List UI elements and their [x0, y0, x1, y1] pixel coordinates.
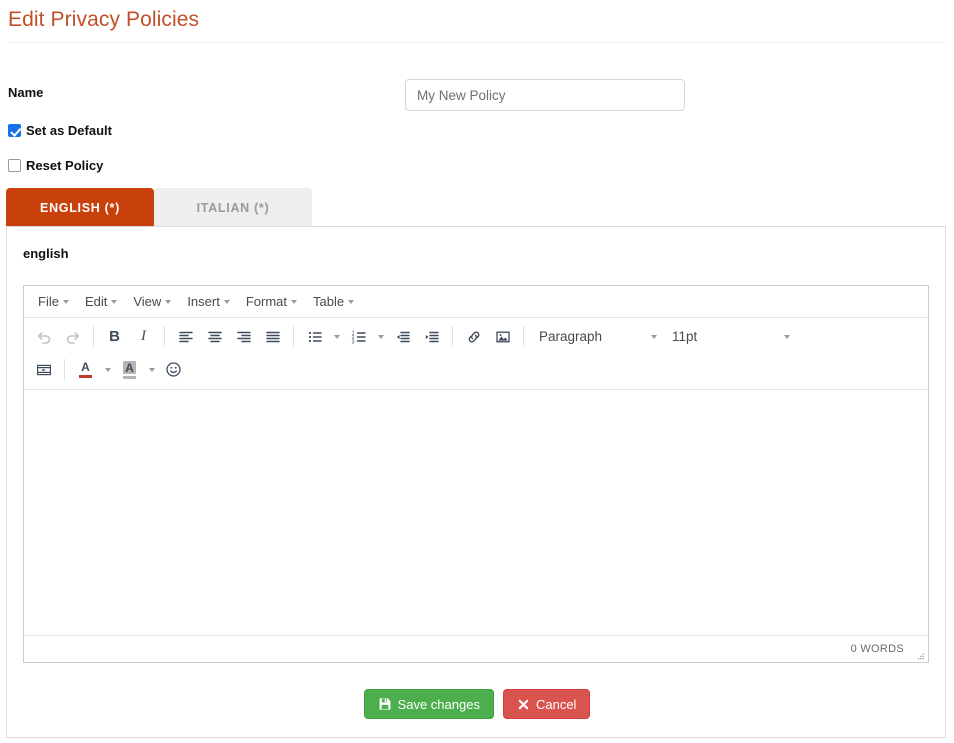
menu-insert[interactable]: Insert — [179, 291, 238, 312]
text-color-chevron-down-icon[interactable] — [100, 356, 115, 383]
menu-file-label: File — [38, 294, 59, 309]
toolbar-separator — [523, 326, 524, 347]
background-color-chevron-down-icon[interactable] — [144, 356, 159, 383]
word-count: 0 WORDS — [851, 643, 904, 655]
menu-view[interactable]: View — [125, 291, 179, 312]
media-icon[interactable] — [29, 356, 58, 383]
menu-format-label: Format — [246, 294, 287, 309]
menu-insert-label: Insert — [187, 294, 220, 309]
outdent-icon[interactable] — [388, 323, 417, 350]
svg-text:3: 3 — [351, 339, 354, 345]
reset-policy-row[interactable]: Reset Policy — [8, 158, 103, 173]
text-color-icon[interactable]: A — [71, 356, 100, 383]
menu-edit-label: Edit — [85, 294, 107, 309]
link-icon[interactable] — [459, 323, 488, 350]
title-divider — [8, 42, 946, 43]
menu-table[interactable]: Table — [305, 291, 362, 312]
numbered-list-icon[interactable]: 1 2 3 — [344, 323, 373, 350]
resize-grip-icon[interactable] — [915, 650, 925, 660]
menu-view-label: View — [133, 294, 161, 309]
chevron-down-icon — [63, 300, 69, 304]
block-format-select[interactable]: Paragraph — [530, 323, 663, 350]
rich-text-editor: File Edit View Insert Format — [23, 285, 929, 663]
save-changes-label: Save changes — [398, 697, 480, 712]
name-label: Name — [8, 85, 43, 100]
chevron-down-icon — [111, 300, 117, 304]
image-icon[interactable] — [488, 323, 517, 350]
page-title: Edit Privacy Policies — [8, 8, 199, 32]
toolbar-separator — [164, 326, 165, 347]
chevron-down-icon — [224, 300, 230, 304]
edit-privacy-policies-page: Edit Privacy Policies Name Set as Defaul… — [0, 0, 954, 743]
tab-italian[interactable]: ITALIAN (*) — [154, 188, 312, 227]
close-icon — [517, 698, 530, 711]
redo-icon[interactable] — [58, 323, 87, 350]
editor-toolbar-row-2: A A — [24, 353, 928, 386]
toolbar-separator — [93, 326, 94, 347]
background-color-icon[interactable]: A — [115, 356, 144, 383]
editor-menubar: File Edit View Insert Format — [24, 286, 928, 318]
italic-icon[interactable]: I — [129, 323, 158, 350]
indent-icon[interactable] — [417, 323, 446, 350]
reset-policy-checkbox[interactable] — [8, 159, 21, 172]
align-right-icon[interactable] — [229, 323, 258, 350]
chevron-down-icon — [348, 300, 354, 304]
tab-panel-english: english File Edit View Insert — [6, 226, 946, 738]
emoticon-icon[interactable] — [159, 356, 188, 383]
bullet-list-icon[interactable] — [300, 323, 329, 350]
language-tabs: ENGLISH (*) ITALIAN (*) — [6, 188, 312, 227]
align-justify-icon[interactable] — [258, 323, 287, 350]
numbered-list-chevron-down-icon[interactable] — [373, 323, 388, 350]
save-icon — [378, 697, 392, 711]
set-as-default-checkbox[interactable] — [8, 124, 21, 137]
chevron-down-icon — [651, 335, 657, 339]
tab-english[interactable]: ENGLISH (*) — [6, 188, 154, 227]
bullet-list-chevron-down-icon[interactable] — [329, 323, 344, 350]
font-size-value: 11pt — [672, 329, 697, 344]
set-as-default-row[interactable]: Set as Default — [8, 123, 112, 138]
cancel-label: Cancel — [536, 697, 576, 712]
chevron-down-icon — [291, 300, 297, 304]
cancel-button[interactable]: Cancel — [503, 689, 590, 719]
toolbar-separator — [293, 326, 294, 347]
menu-file[interactable]: File — [30, 291, 77, 312]
menu-table-label: Table — [313, 294, 344, 309]
font-size-select[interactable]: 11pt — [663, 323, 796, 350]
editor-statusbar: 0 WORDS — [24, 635, 928, 662]
name-input[interactable] — [405, 79, 685, 111]
undo-icon[interactable] — [29, 323, 58, 350]
block-format-value: Paragraph — [539, 329, 602, 344]
language-label: english — [23, 246, 69, 261]
editor-toolbar: B I — [24, 318, 928, 390]
editor-content-area[interactable] — [24, 390, 928, 635]
chevron-down-icon — [165, 300, 171, 304]
form-actions: Save changes Cancel — [0, 689, 954, 719]
align-center-icon[interactable] — [200, 323, 229, 350]
align-left-icon[interactable] — [171, 323, 200, 350]
reset-policy-label: Reset Policy — [26, 158, 103, 173]
set-as-default-label: Set as Default — [26, 123, 112, 138]
bold-icon[interactable]: B — [100, 323, 129, 350]
menu-format[interactable]: Format — [238, 291, 305, 312]
editor-toolbar-row-1: B I — [24, 320, 928, 353]
toolbar-separator — [64, 359, 65, 380]
menu-edit[interactable]: Edit — [77, 291, 125, 312]
toolbar-separator — [452, 326, 453, 347]
chevron-down-icon — [784, 335, 790, 339]
save-changes-button[interactable]: Save changes — [364, 689, 494, 719]
